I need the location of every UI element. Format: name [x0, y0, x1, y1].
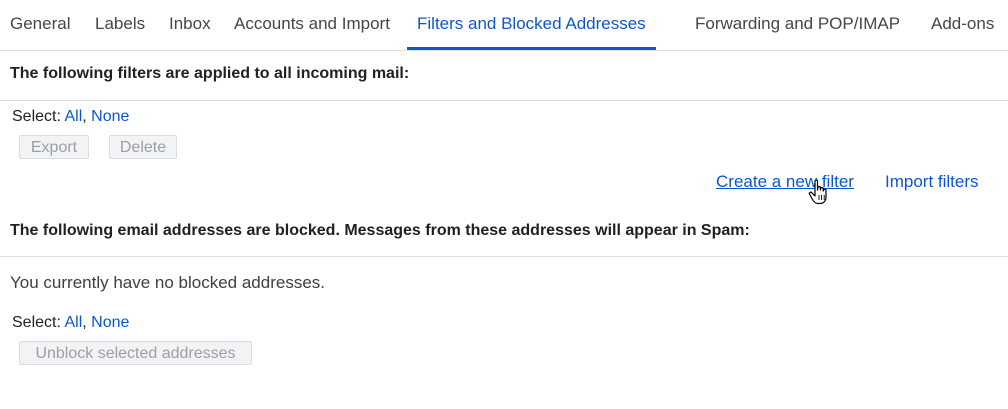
select-all-link[interactable]: All	[64, 314, 82, 331]
hand-pointer-icon	[808, 179, 827, 205]
select-separator: ,	[82, 108, 87, 125]
tab-general[interactable]: General	[10, 0, 70, 48]
blocked-divider	[0, 256, 1008, 257]
select-all-link[interactable]: All	[64, 108, 82, 125]
import-filters-link[interactable]: Import filters	[885, 172, 979, 192]
select-separator: ,	[82, 314, 87, 331]
blocked-heading: The following email addresses are blocke…	[10, 222, 750, 239]
tab-add-ons[interactable]: Add-ons	[931, 0, 994, 48]
select-none-link[interactable]: None	[91, 314, 129, 331]
settings-page: General Labels Inbox Accounts and Import…	[0, 0, 1008, 409]
delete-button[interactable]: Delete	[109, 135, 177, 159]
create-new-filter-link[interactable]: Create a new filter	[716, 172, 854, 192]
blocked-select-row: Select: All, None	[12, 314, 129, 332]
filters-heading: The following filters are applied to all…	[10, 65, 410, 82]
tab-inbox[interactable]: Inbox	[169, 0, 211, 48]
filters-select-row: Select: All, None	[12, 108, 129, 126]
settings-tabs: General Labels Inbox Accounts and Import…	[0, 0, 1008, 51]
unblock-selected-button[interactable]: Unblock selected addresses	[19, 341, 252, 365]
select-label: Select:	[12, 108, 61, 125]
tab-forwarding-and-pop-imap[interactable]: Forwarding and POP/IMAP	[695, 0, 900, 48]
filters-divider	[0, 100, 1008, 101]
select-none-link[interactable]: None	[91, 108, 129, 125]
tab-accounts-and-import[interactable]: Accounts and Import	[234, 0, 390, 48]
select-label: Select:	[12, 314, 61, 331]
no-blocked-message: You currently have no blocked addresses.	[10, 273, 326, 292]
tab-filters-and-blocked-addresses[interactable]: Filters and Blocked Addresses	[407, 0, 656, 50]
export-button[interactable]: Export	[19, 135, 89, 159]
tab-labels[interactable]: Labels	[95, 0, 145, 48]
